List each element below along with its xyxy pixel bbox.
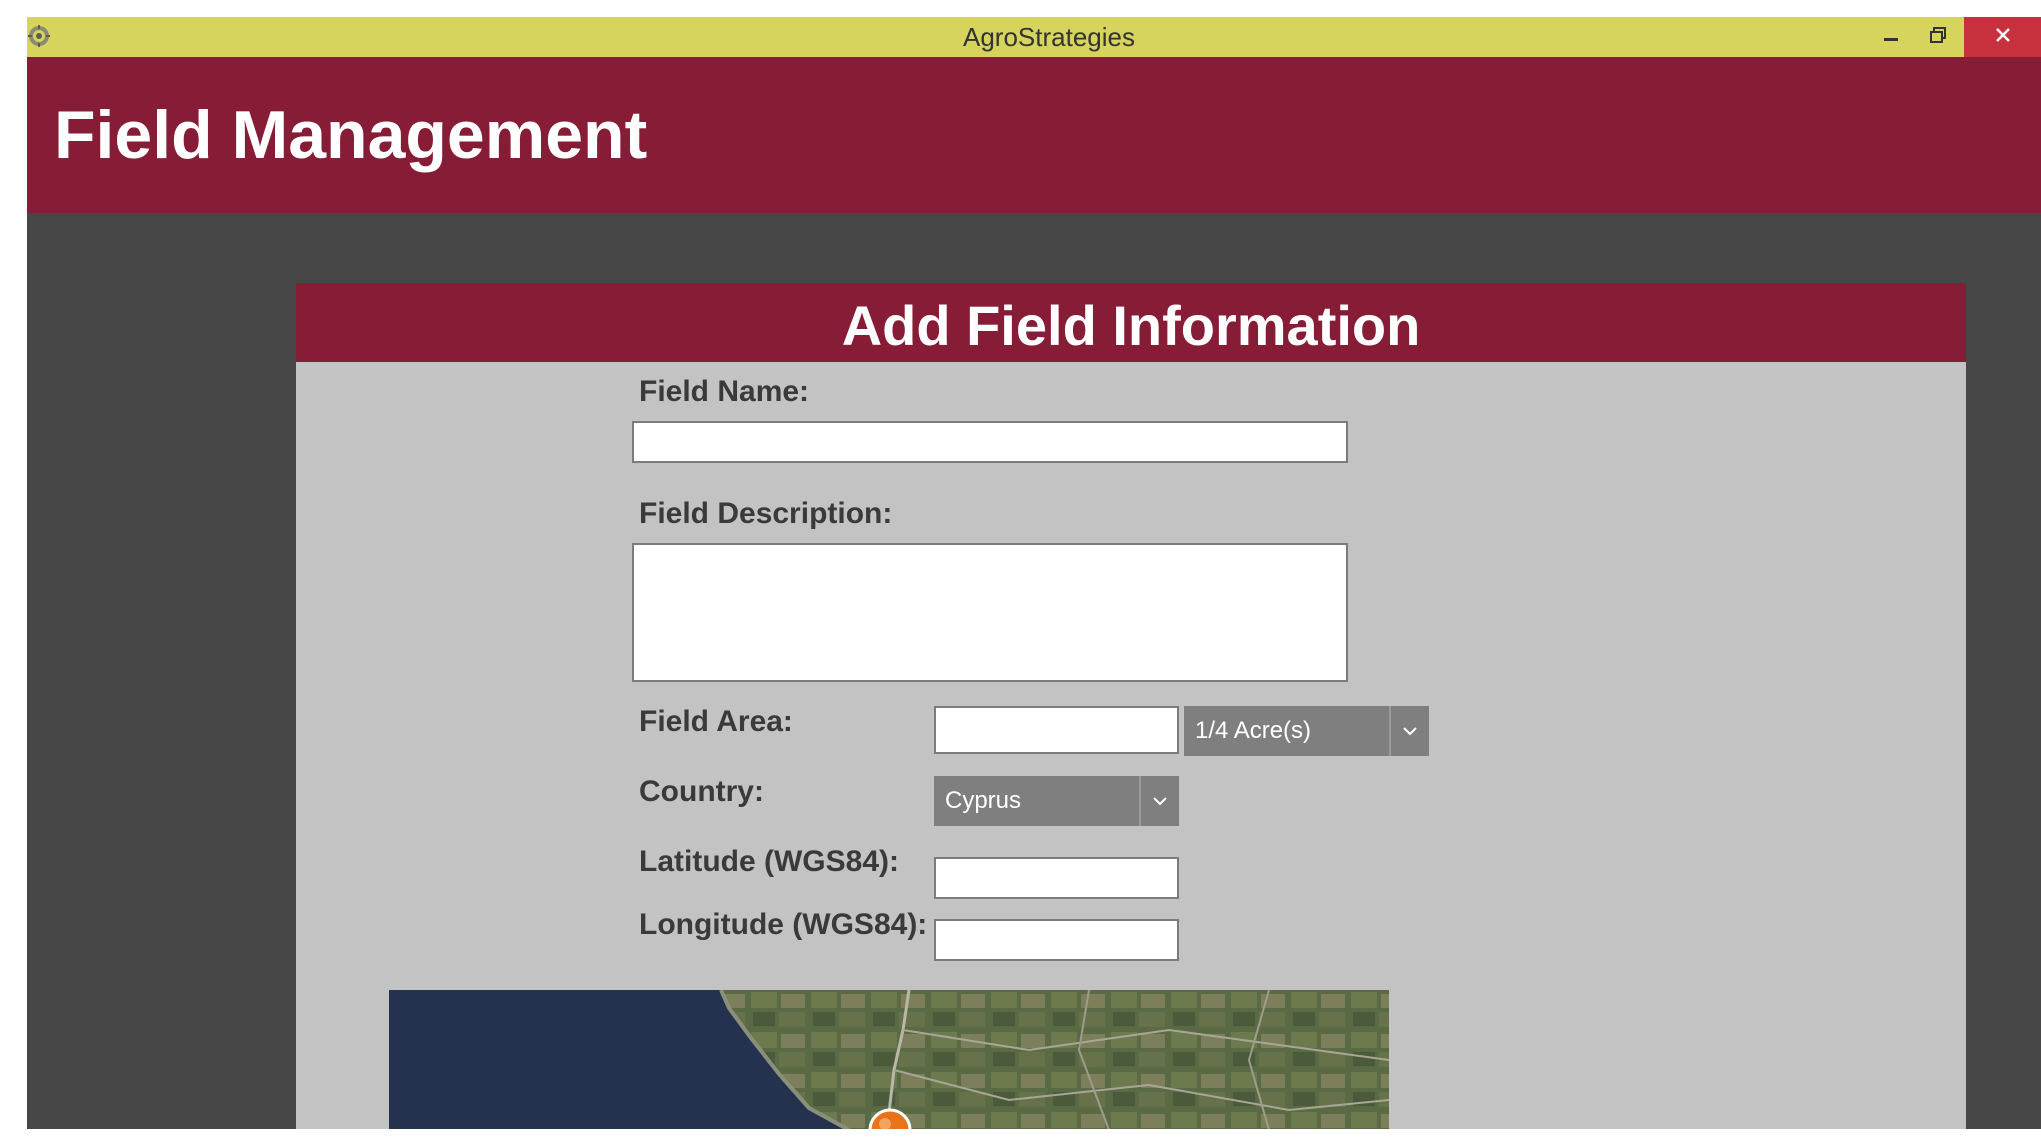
location-pin-icon[interactable]	[867, 1107, 913, 1129]
field-name-label: Field Name:	[639, 375, 810, 408]
field-name-input[interactable]	[632, 421, 1348, 463]
location-map[interactable]	[389, 990, 1389, 1129]
chevron-down-icon	[1389, 706, 1429, 756]
latitude-input[interactable]	[934, 857, 1179, 899]
app-window: AgroStrategies Field Management Add Fiel…	[27, 17, 2041, 1129]
country-dropdown[interactable]: Cyprus	[934, 776, 1179, 826]
page-header: Field Management	[27, 57, 2041, 213]
area-unit-value: 1/4 Acre(s)	[1195, 717, 1312, 744]
country-value: Cyprus	[945, 787, 1022, 814]
minimize-button[interactable]	[1865, 17, 1917, 57]
minimize-icon	[1882, 26, 1900, 49]
field-area-input[interactable]	[934, 706, 1179, 754]
form-header: Add Field Information	[296, 283, 1966, 362]
title-bar[interactable]: AgroStrategies	[27, 17, 2041, 57]
longitude-label: Longitude (WGS84):	[639, 908, 928, 941]
field-description-input[interactable]	[632, 543, 1348, 682]
close-button[interactable]	[1964, 17, 2041, 57]
longitude-input[interactable]	[934, 919, 1179, 961]
country-label: Country:	[639, 775, 764, 808]
restore-icon	[1929, 26, 1947, 49]
close-icon	[1994, 26, 2012, 49]
page-title: Field Management	[54, 97, 648, 173]
area-unit-dropdown[interactable]: 1/4 Acre(s)	[1184, 706, 1429, 756]
window-title: AgroStrategies	[963, 22, 1135, 52]
field-description-label: Field Description:	[639, 497, 893, 530]
form-title: Add Field Information	[841, 294, 1421, 357]
latitude-label: Latitude (WGS84):	[639, 845, 899, 878]
chevron-down-icon	[1139, 776, 1179, 826]
field-area-label: Field Area:	[639, 705, 793, 738]
restore-button[interactable]	[1912, 17, 1964, 57]
